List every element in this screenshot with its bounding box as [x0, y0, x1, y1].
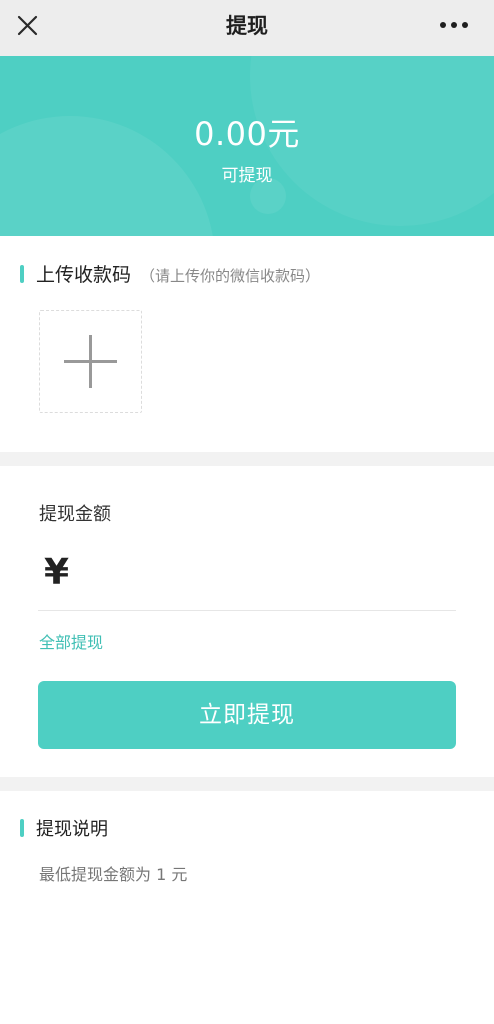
more-options-button[interactable] [432, 10, 482, 44]
top-nav-bar: 提现 [0, 0, 494, 56]
upload-image-button[interactable] [39, 310, 142, 413]
section-accent-bar [20, 265, 24, 283]
withdraw-amount-section: 提现金额 ¥ 全部提现 立即提现 [0, 466, 494, 777]
available-balance: 0.00元 [194, 115, 300, 153]
upload-section-title: 上传收款码 [36, 264, 132, 286]
page-title: 提现 [226, 14, 268, 38]
more-dots-icon [440, 22, 468, 28]
notes-section-title: 提现说明 [36, 819, 108, 840]
upload-section-hint: （请上传你的微信收款码） [140, 267, 321, 285]
withdraw-notes-section: 提现说明 最低提现金额为 1 元 [0, 791, 494, 1024]
withdraw-amount-label: 提现金额 [39, 504, 111, 525]
plus-icon [64, 335, 117, 388]
amount-underline [38, 610, 456, 611]
minimum-amount-note: 最低提现金额为 1 元 [39, 865, 188, 884]
balance-header: 0.00元 可提现 [0, 56, 494, 236]
section-accent-bar [20, 819, 24, 837]
withdraw-now-button[interactable]: 立即提现 [38, 681, 456, 749]
withdraw-amount-input[interactable] [90, 552, 450, 598]
section-divider [0, 452, 494, 466]
withdraw-all-link[interactable]: 全部提现 [39, 629, 103, 653]
available-balance-label: 可提现 [221, 166, 273, 186]
upload-qrcode-section: 上传收款码 （请上传你的微信收款码） [0, 236, 494, 452]
section-divider [0, 777, 494, 791]
currency-symbol: ¥ [44, 552, 70, 593]
